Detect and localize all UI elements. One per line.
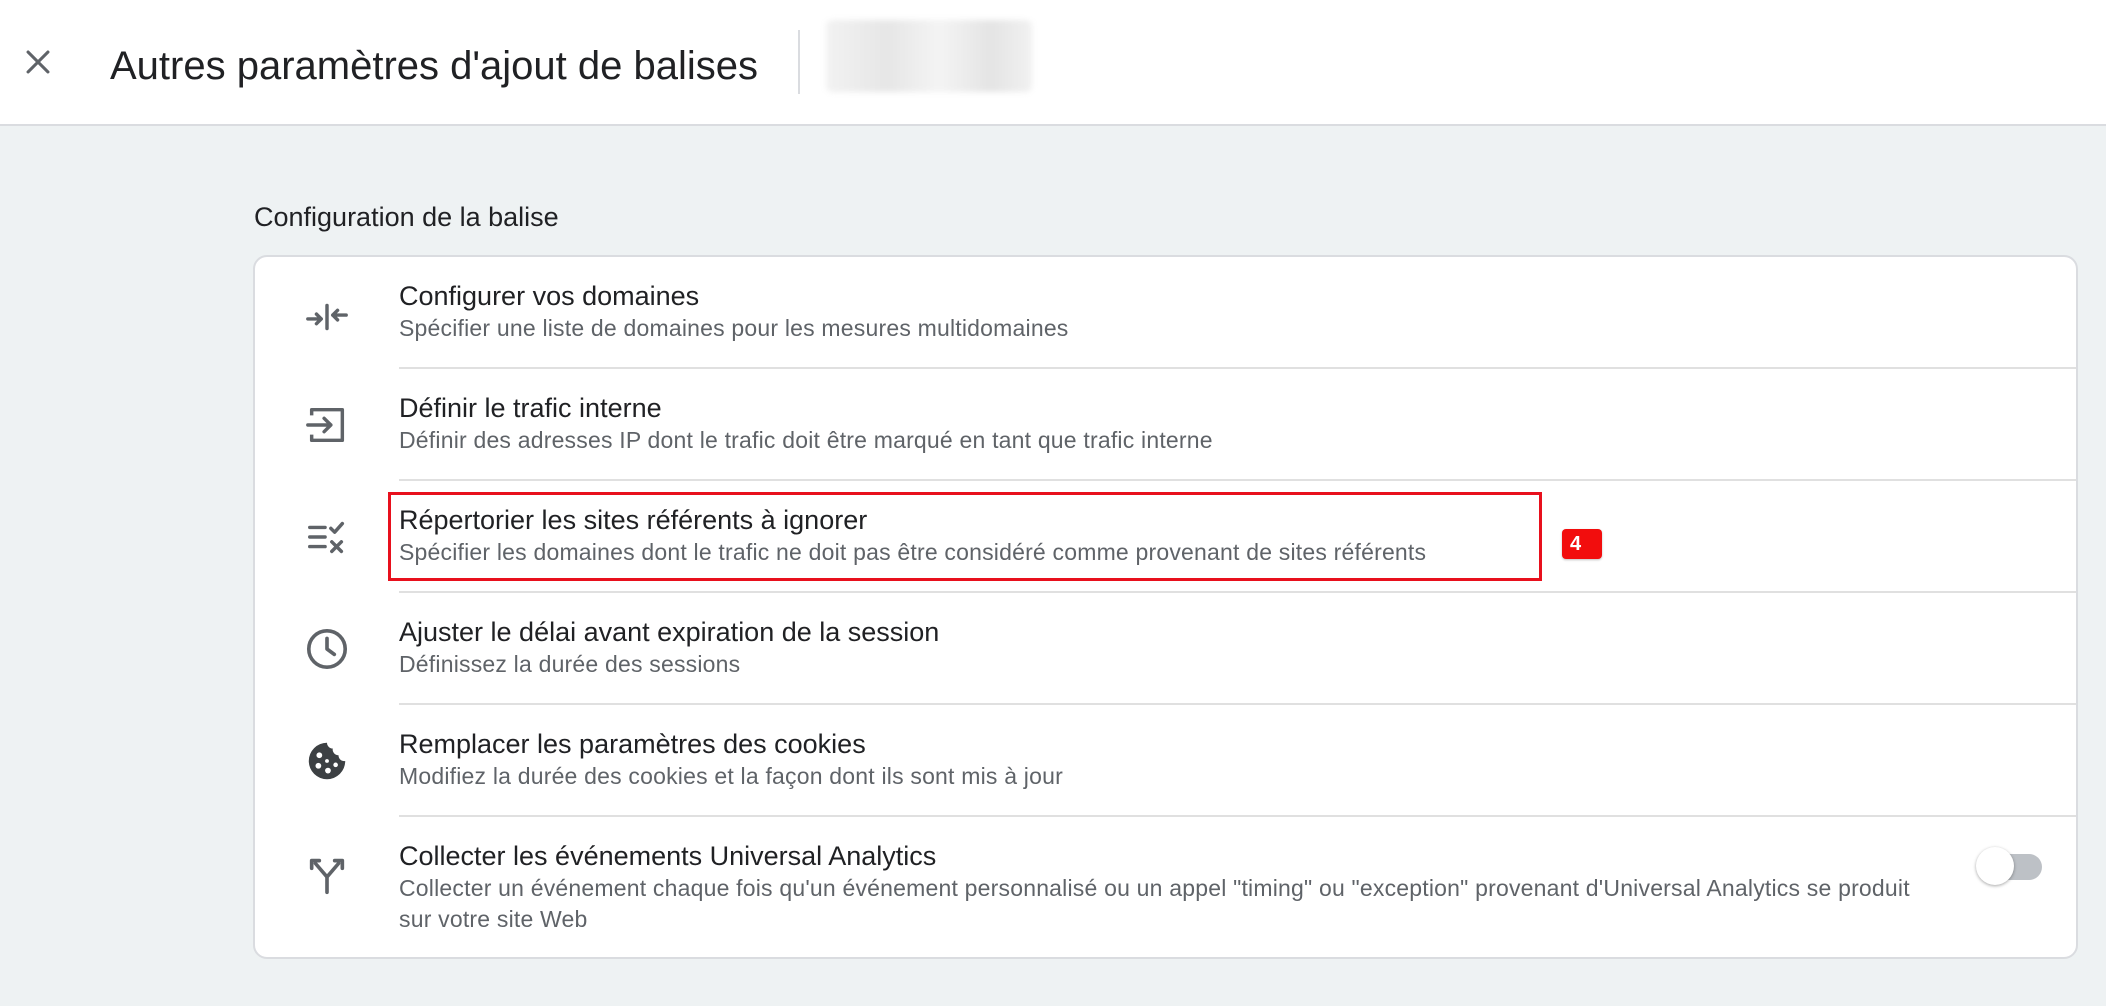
- close-button[interactable]: [12, 36, 64, 88]
- section-heading: Configuration de la balise: [254, 202, 559, 232]
- setting-description: Modifiez la durée des cookies et la faço…: [399, 763, 1063, 789]
- clock-icon: [303, 625, 351, 673]
- setting-row-internal-traffic[interactable]: Définir le trafic interne Définir des ad…: [255, 369, 2076, 481]
- setting-title: Collecter les événements Universal Analy…: [399, 841, 937, 871]
- cookie-icon: [303, 737, 351, 785]
- setting-title: Configurer vos domaines: [399, 281, 700, 311]
- close-icon: [26, 50, 50, 74]
- input-arrow-icon: [303, 401, 351, 449]
- setting-title: Répertorier les sites référents à ignore…: [399, 505, 868, 535]
- setting-description: Spécifier une liste de domaines pour les…: [399, 315, 1069, 341]
- list-check-cross-icon: [303, 513, 351, 561]
- setting-row-cookie-settings[interactable]: Remplacer les paramètres des cookies Mod…: [255, 705, 2076, 817]
- setting-row-configure-domains[interactable]: Configurer vos domaines Spécifier une li…: [255, 257, 2076, 369]
- page-title: Autres paramètres d'ajout de balises: [110, 44, 758, 88]
- account-selector[interactable]: [826, 20, 1032, 92]
- setting-row-universal-analytics-events[interactable]: Collecter les événements Universal Analy…: [255, 817, 2076, 957]
- step-badge: 4: [1562, 529, 1602, 559]
- setting-title: Remplacer les paramètres des cookies: [399, 729, 866, 759]
- setting-row-referral-exclusions[interactable]: Répertorier les sites référents à ignore…: [255, 481, 2076, 593]
- toggle-knob: [1976, 847, 2014, 885]
- setting-description: Définissez la durée des sessions: [399, 651, 741, 677]
- setting-title: Définir le trafic interne: [399, 393, 662, 423]
- settings-card: Configurer vos domaines Spécifier une li…: [253, 255, 2078, 959]
- setting-title: Ajuster le délai avant expiration de la …: [399, 617, 940, 647]
- setting-description: Définir des adresses IP dont le trafic d…: [399, 427, 1213, 453]
- universal-analytics-toggle[interactable]: [1976, 847, 2042, 887]
- title-divider: [798, 30, 800, 94]
- setting-description: Spécifier les domaines dont le trafic ne…: [399, 539, 1427, 565]
- top-app-bar: Autres paramètres d'ajout de balises: [0, 0, 2106, 126]
- setting-row-session-timeout[interactable]: Ajuster le délai avant expiration de la …: [255, 593, 2076, 705]
- arrows-merge-icon: [303, 293, 351, 341]
- setting-description: Collecter un événement chaque fois qu'un…: [399, 875, 1910, 932]
- fork-arrows-icon: [303, 851, 351, 899]
